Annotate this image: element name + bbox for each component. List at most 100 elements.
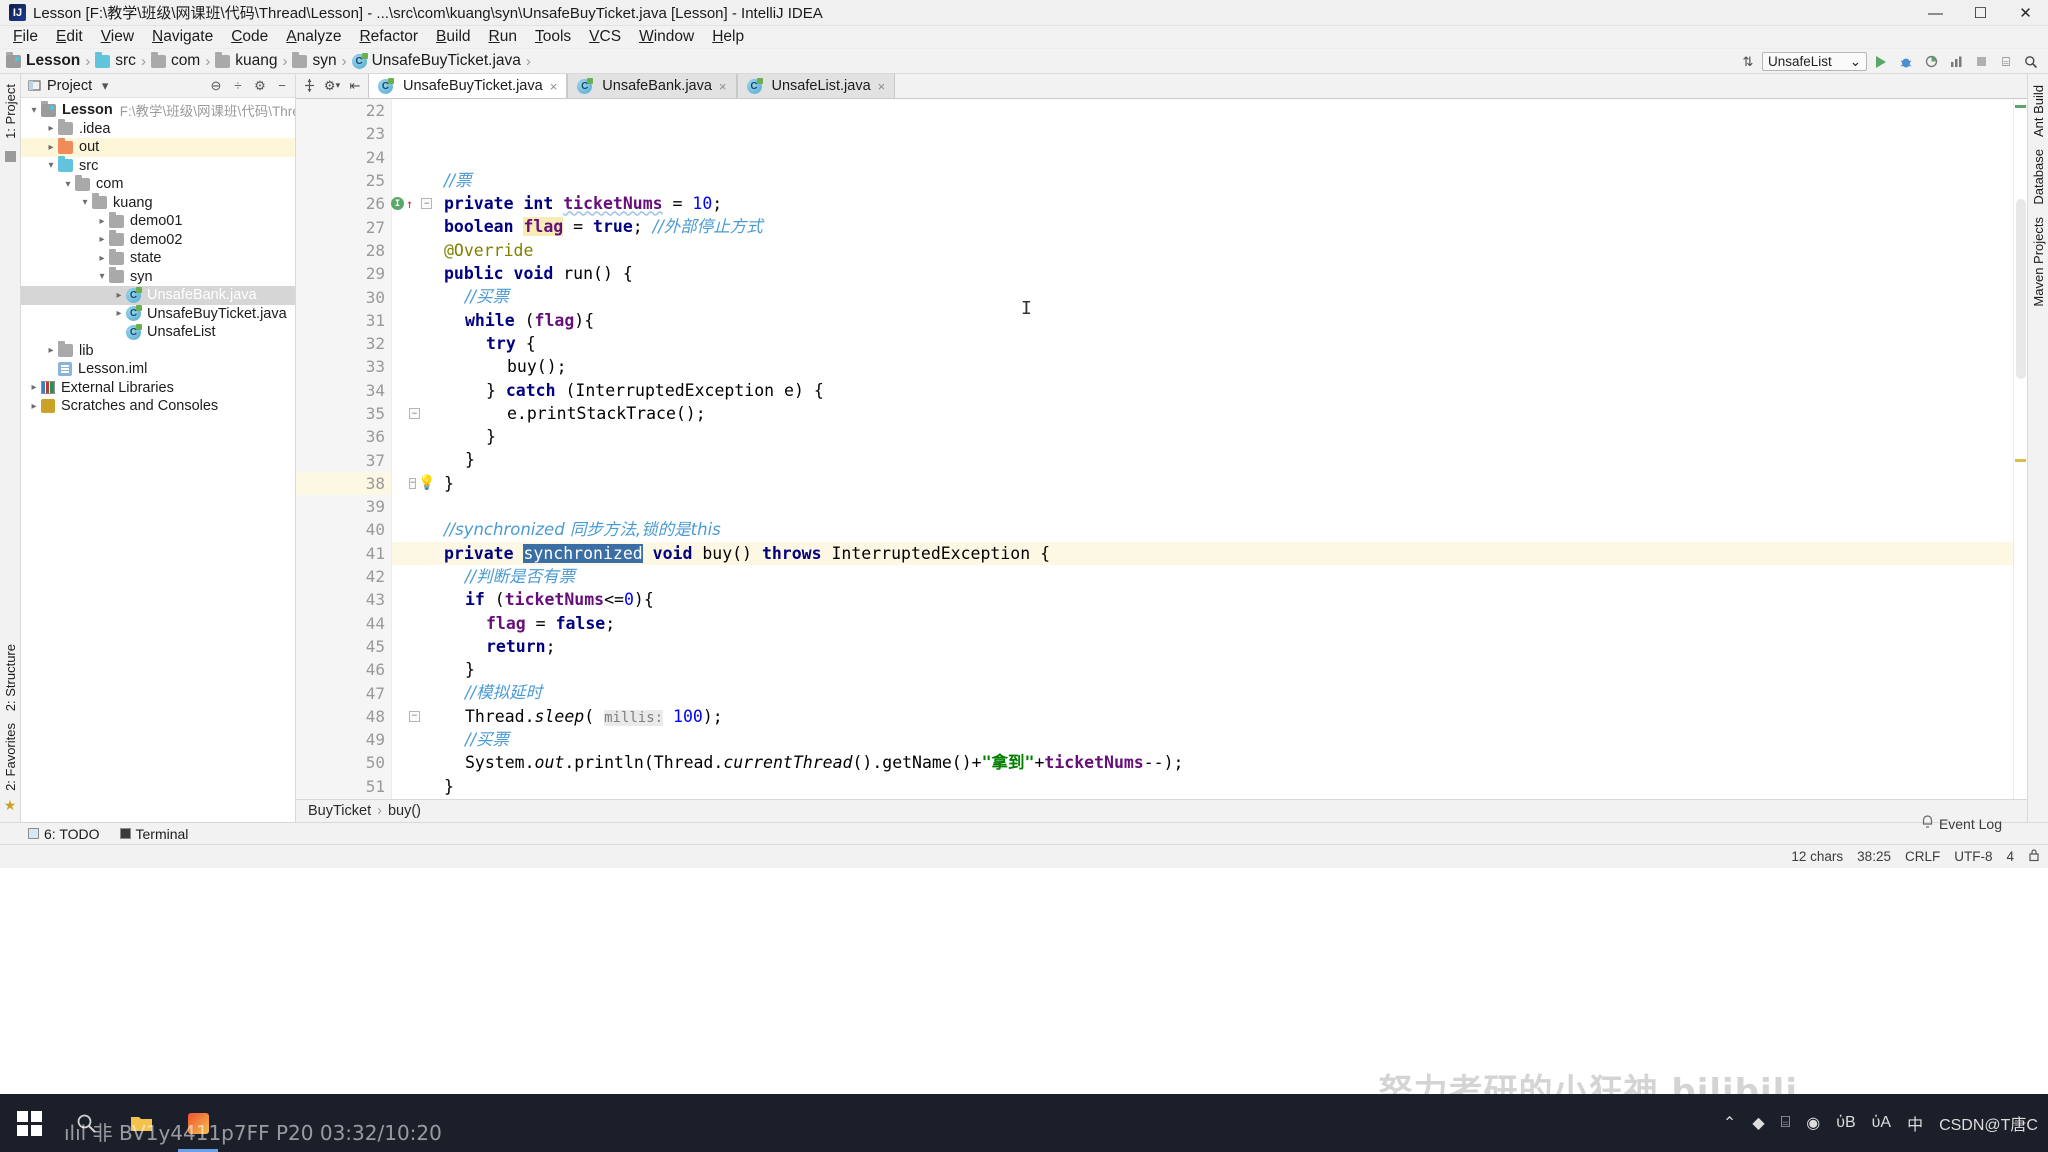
tree-node-out[interactable]: out — [21, 137, 295, 157]
lock-icon[interactable] — [2028, 848, 2040, 865]
breadcrumb-item-lesson[interactable]: Lesson — [6, 51, 80, 70]
stop-icon[interactable] — [1970, 52, 1992, 72]
run-icon[interactable] — [1870, 52, 1892, 72]
gutter-line-46[interactable]: 46 — [296, 658, 391, 681]
code-line-24[interactable]: boolean flag = true; //外部停止方式 — [402, 215, 2013, 238]
editor-breadcrumb-item-buyticket[interactable]: BuyTicket — [308, 803, 371, 819]
menu-item-view[interactable]: View — [92, 26, 143, 48]
editor-tab-unsafelist-java[interactable]: C UnsafeList.java × — [736, 73, 896, 98]
code-line-28[interactable]: while (flag){ — [402, 309, 2013, 332]
sidebar-tab-structure[interactable]: 2: Structure — [3, 638, 18, 717]
tray-opera-icon[interactable]: ◉ — [1806, 1113, 1820, 1133]
tray-display-icon[interactable]: ⌸ — [1781, 1114, 1791, 1132]
expand-icon[interactable]: ÷ — [229, 77, 247, 95]
tray-show-hidden-icon[interactable]: ⌃ — [1723, 1113, 1736, 1133]
status-indent[interactable]: 4 — [2006, 849, 2014, 864]
debug-icon[interactable] — [1895, 52, 1917, 72]
menu-item-build[interactable]: Build — [427, 26, 479, 48]
tree-toggle-open-icon[interactable] — [61, 179, 75, 190]
hide-panel-icon[interactable]: − — [273, 77, 291, 95]
close-icon[interactable]: × — [878, 79, 886, 94]
code-line-30[interactable]: buy(); — [402, 355, 2013, 378]
code-line-23[interactable]: private int ticketNums = 10; — [402, 192, 2013, 215]
code-line-45[interactable]: Thread.sleep( millis: 100); — [402, 705, 2013, 728]
tree-node-lesson[interactable]: Lesson F:\教学\班级\网课班\代码\Thread\Lesson — [21, 100, 295, 120]
tray-ime-icon[interactable]: 中 — [1907, 1111, 1923, 1135]
tree-toggle-closed-icon[interactable] — [44, 123, 58, 134]
tree-toggle-closed-icon[interactable] — [27, 382, 41, 393]
sidebar-tab-ant-build[interactable]: Ant Build — [2031, 79, 2046, 143]
tree-node-demo01[interactable]: demo01 — [21, 211, 295, 231]
tree-node-demo02[interactable]: demo02 — [21, 230, 295, 250]
editor-marker-bar[interactable] — [2013, 99, 2027, 799]
tree-toggle-open-icon[interactable] — [95, 271, 109, 282]
settings-gear-icon[interactable]: ⚙ — [251, 77, 269, 95]
gutter-line-35[interactable]: 35− — [296, 402, 420, 425]
code-line-34[interactable]: } — [402, 448, 2013, 471]
code-line-48[interactable]: } — [402, 775, 2013, 798]
code-line-49[interactable] — [402, 798, 2013, 799]
gutter-line-30[interactable]: 30 — [296, 285, 391, 308]
code-line-38[interactable]: private synchronized void buy() throws I… — [392, 541, 2013, 565]
code-line-22[interactable]: //票 — [402, 169, 2013, 192]
sidebar-tab-favorites[interactable]: 2: Favorites — [3, 717, 18, 797]
menu-item-run[interactable]: Run — [480, 26, 526, 48]
search-icon[interactable] — [2020, 52, 2042, 72]
code-line-31[interactable]: } catch (InterruptedException e) { — [402, 379, 2013, 402]
tree-node-lesson-iml[interactable]: Lesson.iml — [21, 360, 295, 379]
gutter-line-37[interactable]: 37 — [296, 448, 391, 471]
run-configuration-selector[interactable]: UnsafeList ⌄ — [1762, 52, 1867, 71]
code-line-41[interactable]: flag = false; — [402, 612, 2013, 635]
structure-thumb-icon[interactable] — [4, 150, 16, 162]
tree-toggle-closed-icon[interactable] — [44, 345, 58, 356]
tree-toggle-closed-icon[interactable] — [44, 142, 58, 153]
sidebar-tab-database[interactable]: Database — [2031, 143, 2046, 211]
code-line-46[interactable]: //买票 — [402, 728, 2013, 751]
menu-item-vcs[interactable]: VCS — [580, 26, 630, 48]
tray-nvidia-icon[interactable]: ◆ — [1752, 1113, 1764, 1133]
code-line-40[interactable]: if (ticketNums<=0){ — [402, 588, 2013, 611]
gutter-line-26[interactable]: 26 I ↑ − — [296, 192, 433, 215]
gutter-line-48[interactable]: 48− — [296, 705, 420, 728]
tool-window-terminal[interactable]: Terminal — [119, 826, 188, 842]
breadcrumb-item-com[interactable]: com — [150, 51, 200, 70]
gutter-line-27[interactable]: 27 — [296, 215, 391, 238]
gutter-line-22[interactable]: 22 — [296, 99, 391, 122]
tree-node--idea[interactable]: .idea — [21, 119, 295, 139]
maximize-button[interactable]: ☐ — [1958, 0, 2003, 26]
gutter-line-24[interactable]: 24 — [296, 146, 391, 169]
sidebar-tab-maven[interactable]: Maven Projects — [2031, 211, 2046, 313]
gutter-line-44[interactable]: 44 — [296, 612, 391, 635]
breadcrumb-item-syn[interactable]: syn — [292, 51, 337, 70]
menu-item-file[interactable]: File — [4, 26, 47, 48]
code-editor[interactable]: 22 23 24 25 26 I ↑ −27 28 29 30 31 32 33 34 35−36 37 38− 💡… — [296, 99, 2027, 799]
gutter-line-41[interactable]: 41 — [296, 542, 391, 565]
tree-node-external-libraries[interactable]: External Libraries — [21, 379, 295, 398]
minimize-button[interactable]: — — [1913, 0, 1958, 26]
breadcrumb-item-src[interactable]: src — [95, 51, 136, 70]
gutter-line-50[interactable]: 50 — [296, 751, 391, 774]
gutter-line-49[interactable]: 49 — [296, 728, 391, 751]
sidebar-tab-project[interactable]: 1: Project — [3, 78, 18, 145]
layout-settings-icon[interactable]: ⌸ — [1995, 52, 2017, 72]
status-encoding[interactable]: UTF-8 — [1954, 849, 1992, 864]
gutter-line-38[interactable]: 38− 💡 — [296, 471, 436, 496]
tree-node-unsafelist[interactable]: C UnsafeList — [21, 323, 295, 342]
start-button[interactable] — [0, 1094, 58, 1152]
chevron-down-icon[interactable]: ▾ — [96, 77, 114, 95]
gutter-line-47[interactable]: 47 — [296, 681, 391, 704]
tree-node-com[interactable]: com — [21, 174, 295, 194]
code-line-37[interactable]: //synchronized 同步方法,锁的是this — [402, 518, 2013, 541]
gutter-line-45[interactable]: 45 — [296, 635, 391, 658]
menu-item-analyze[interactable]: Analyze — [277, 26, 350, 48]
tree-node-scratches-and-consoles[interactable]: Scratches and Consoles — [21, 397, 295, 416]
gear-icon[interactable]: ⚙ ▾ — [322, 76, 342, 96]
code-line-42[interactable]: return; — [402, 635, 2013, 658]
code-line-32[interactable]: e.printStackTrace(); — [402, 402, 2013, 425]
code-line-26[interactable]: public void run() { — [402, 262, 2013, 285]
status-caret-position[interactable]: 38:25 — [1857, 849, 1891, 864]
gutter-line-33[interactable]: 33 — [296, 355, 391, 378]
profiler-icon[interactable] — [1945, 52, 1967, 72]
tree-node-unsafebank-java[interactable]: C UnsafeBank.java — [21, 286, 295, 305]
tree-toggle-closed-icon[interactable] — [95, 234, 109, 245]
